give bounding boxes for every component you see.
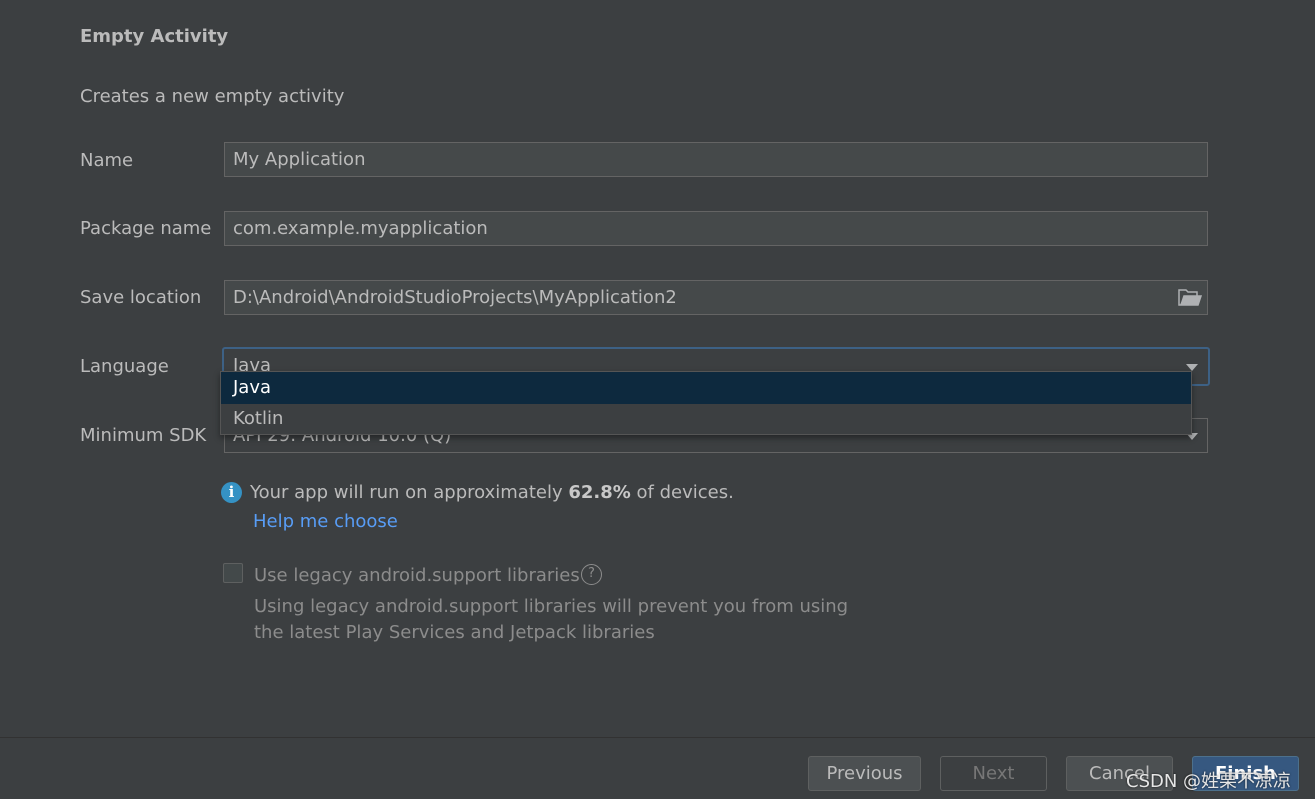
language-option-java[interactable]: Java [221,372,1191,404]
coverage-percent: 62.8% [568,482,631,503]
previous-button[interactable]: Previous [808,756,921,791]
language-label: Language [80,356,169,377]
language-chevron-down-icon[interactable] [1186,364,1198,371]
page-title: Empty Activity [80,26,229,47]
package-name-label: Package name [80,218,212,239]
legacy-support-checkbox[interactable] [223,563,243,583]
help-me-choose-link[interactable]: Help me choose [253,511,398,532]
question-icon[interactable]: ? [581,564,602,585]
legacy-note-line-2: the latest Play Services and Jetpack lib… [254,622,655,643]
save-location-field[interactable]: D:\Android\AndroidStudioProjects\MyAppli… [224,280,1208,315]
name-label: Name [80,150,134,171]
page-description: Creates a new empty activity [80,86,345,107]
device-coverage-text: Your app will run on approximately 62.8%… [250,482,734,503]
watermark: CSDN @姓栗不凉凉 [1126,771,1292,792]
folder-icon[interactable] [1178,289,1203,307]
save-location-label: Save location [80,287,202,308]
next-button[interactable]: Next [940,756,1047,791]
language-option-kotlin[interactable]: Kotlin [221,403,1191,435]
legacy-note-line-1: Using legacy android.support libraries w… [254,596,849,617]
minimum-sdk-label: Minimum SDK [80,425,207,446]
info-icon: i [221,482,242,503]
name-field[interactable]: My Application [224,142,1208,177]
language-dropdown-list: Java Kotlin [220,371,1192,435]
footer-divider [0,737,1315,738]
package-name-field[interactable]: com.example.myapplication [224,211,1208,246]
legacy-support-label[interactable]: Use legacy android.support libraries [254,565,580,586]
